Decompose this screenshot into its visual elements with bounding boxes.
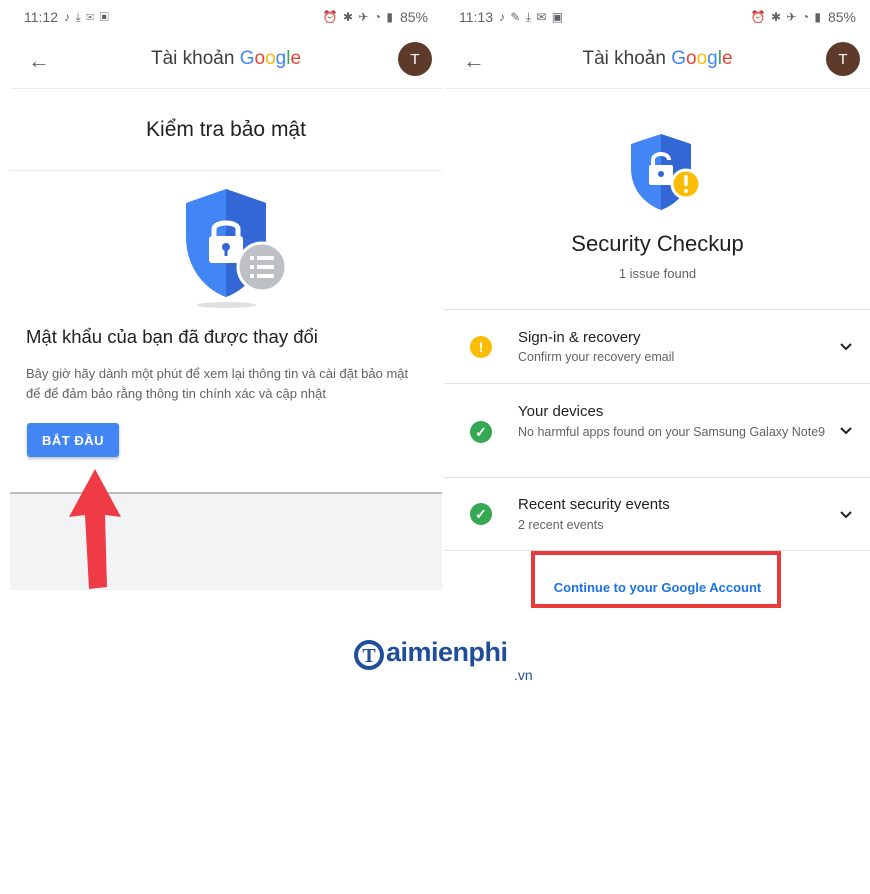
brand-letter: g — [707, 48, 718, 69]
right-screen: 11:13 ♪ ✎ ⤓ ✉ ▣ ⏰ ✱ ✈ ◔ ▮ 85% ← Tài khoả… — [445, 0, 870, 894]
divider — [10, 88, 442, 89]
battery-percent: 85% — [399, 9, 428, 25]
check-icon: ✓ — [470, 503, 492, 525]
google-logo-text: Google — [240, 48, 301, 69]
back-arrow-icon[interactable]: ← — [24, 46, 54, 76]
brand-letter: l — [717, 48, 722, 69]
brand-letter: o — [254, 48, 266, 69]
status-time: 11:12 — [24, 9, 58, 25]
annotation-arrow-icon — [69, 469, 121, 589]
annotation-highlight-box — [531, 551, 781, 608]
chevron-down-icon[interactable] — [836, 337, 856, 357]
svg-text:T: T — [362, 645, 376, 667]
brand-letter: e — [290, 48, 302, 69]
google-logo-text: Google — [671, 48, 732, 69]
check-icon: ✓ — [470, 421, 492, 443]
brand-letter: l — [286, 48, 291, 69]
system-status-icons: ⏰ ✱ ✈ ◔ ▮ — [750, 10, 822, 24]
security-shield-icon — [186, 189, 288, 308]
system-status-icons: ⏰ ✱ ✈ ◔ ▮ — [322, 10, 394, 24]
watermark-t-icon: T — [354, 640, 384, 670]
watermark-domain: .vn — [514, 667, 533, 683]
row-title: Your devices — [518, 403, 604, 420]
start-button[interactable]: BẮT ĐẦU — [27, 423, 119, 457]
brand-letter: o — [685, 48, 697, 69]
app-bar-title: Tài khoản Google — [445, 48, 870, 70]
row-your-devices[interactable]: ✓ Your devices No harmful apps found on … — [445, 384, 870, 477]
row-description: 2 recent events — [518, 518, 604, 532]
title-prefix: Tài khoản — [150, 48, 240, 69]
brand-letter: o — [696, 48, 708, 69]
row-title: Sign-in & recovery — [518, 329, 641, 346]
avatar[interactable]: T — [826, 42, 860, 76]
title-prefix: Tài khoản — [582, 48, 672, 69]
chevron-down-icon[interactable] — [836, 505, 856, 525]
app-bar: ← Tài khoản Google T — [445, 38, 870, 84]
row-recent-security-events[interactable]: ✓ Recent security events 2 recent events — [445, 478, 870, 550]
avatar[interactable]: T — [398, 42, 432, 76]
left-screen: 11:12 ♪ ⤓ ✉ ▣ ⏰ ✱ ✈ ◔ ▮ 85% ← Tài khoản … — [10, 0, 442, 894]
row-description: Confirm your recovery email — [518, 350, 675, 364]
issue-count: 1 issue found — [618, 266, 697, 281]
brand-letter: o — [265, 48, 276, 69]
brand-letter: g — [275, 48, 287, 69]
divider — [10, 170, 442, 171]
row-sign-in-recovery[interactable]: ! Sign-in & recovery Confirm your recove… — [445, 310, 870, 383]
row-title: Recent security events — [518, 496, 670, 513]
notification-icons: ♪ ⤓ ✉ ▣ — [64, 9, 110, 24]
warning-icon: ! — [470, 336, 492, 358]
row-description: No harmful apps found on your Samsung Ga… — [518, 425, 826, 439]
status-time: 11:13 — [459, 9, 493, 25]
notification-icons: ♪ ✎ ⤓ ✉ ▣ — [499, 9, 565, 24]
brand-letter: G — [671, 48, 686, 69]
page-title: Kiểm tra bảo mật — [146, 118, 306, 141]
status-bar: 11:12 ♪ ⤓ ✉ ▣ ⏰ ✱ ✈ ◔ ▮ 85% — [10, 0, 442, 34]
battery-percent: 85% — [827, 9, 856, 25]
page-title: Security Checkup — [571, 231, 744, 256]
brand-letter: G — [239, 48, 255, 69]
status-bar: 11:13 ♪ ✎ ⤓ ✉ ▣ ⏰ ✱ ✈ ◔ ▮ 85% — [445, 0, 870, 34]
message-title: Mật khẩu của bạn đã được thay đổi — [26, 326, 318, 347]
warning-shield-icon — [631, 134, 702, 210]
chevron-down-icon[interactable] — [836, 421, 856, 441]
brand-letter: e — [721, 48, 733, 69]
watermark-text: aimienphi — [386, 637, 508, 667]
app-bar-title: Tài khoản Google — [10, 48, 442, 70]
divider — [445, 88, 870, 89]
watermark-logo: T aimienphi .vn — [352, 637, 552, 689]
app-bar: ← Tài khoản Google T — [10, 38, 442, 84]
back-arrow-icon[interactable]: ← — [459, 46, 489, 76]
message-body: Bây giờ hãy dành một phút để xem lại thô… — [26, 366, 409, 401]
